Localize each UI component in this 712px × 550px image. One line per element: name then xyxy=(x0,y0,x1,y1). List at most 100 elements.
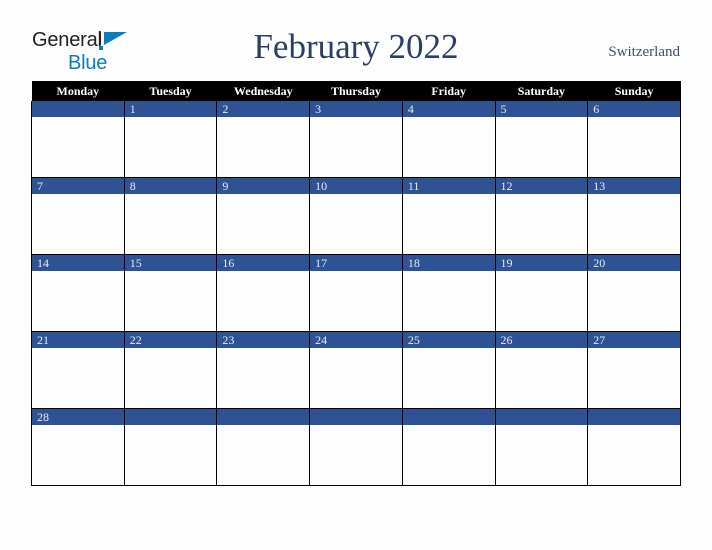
day-notes-area[interactable] xyxy=(32,194,124,254)
day-number: 9 xyxy=(217,178,310,194)
weekday-header-friday: Friday xyxy=(402,81,496,101)
calendar-day-cell[interactable]: 4 xyxy=(401,101,496,178)
calendar-day-cell[interactable]: 19 xyxy=(494,254,589,332)
day-number: 28 xyxy=(32,409,124,425)
calendar-day-cell[interactable] xyxy=(587,408,681,486)
calendar-day-cell[interactable] xyxy=(216,408,311,486)
day-notes-area[interactable] xyxy=(495,425,588,485)
calendar-day-cell[interactable]: 1 xyxy=(123,101,218,178)
day-notes-area[interactable] xyxy=(495,271,588,331)
day-notes-area[interactable] xyxy=(495,348,588,408)
calendar-day-cell[interactable]: 15 xyxy=(123,254,218,332)
day-notes-area[interactable] xyxy=(217,425,310,485)
day-notes-area[interactable] xyxy=(217,194,310,254)
day-number xyxy=(124,409,217,425)
calendar-day-cell[interactable]: 21 xyxy=(31,331,125,409)
weekday-header-tuesday: Tuesday xyxy=(124,81,217,101)
calendar-week-row: 21 22 23 24 25 26 27 xyxy=(31,331,681,409)
calendar-day-cell[interactable]: 20 xyxy=(587,254,681,332)
day-number: 12 xyxy=(495,178,588,194)
calendar-day-cell[interactable]: 10 xyxy=(309,177,403,255)
calendar-day-cell[interactable]: 6 xyxy=(587,101,681,178)
day-notes-area[interactable] xyxy=(310,348,402,408)
weekday-header-saturday: Saturday xyxy=(495,81,588,101)
day-number: 7 xyxy=(32,178,124,194)
day-notes-area[interactable] xyxy=(124,194,217,254)
day-notes-area[interactable] xyxy=(124,425,217,485)
calendar-day-cell[interactable]: 13 xyxy=(587,177,681,255)
day-notes-area[interactable] xyxy=(32,425,124,485)
day-notes-area[interactable] xyxy=(402,348,495,408)
day-number: 6 xyxy=(588,101,680,117)
day-number: 4 xyxy=(402,101,495,117)
day-notes-area[interactable] xyxy=(310,425,402,485)
calendar-day-cell[interactable] xyxy=(31,101,125,178)
calendar-page: General Blue February 2022 Switzerland M… xyxy=(0,0,712,550)
calendar-day-cell[interactable]: 5 xyxy=(494,101,589,178)
day-notes-area[interactable] xyxy=(588,348,680,408)
day-notes-area[interactable] xyxy=(217,348,310,408)
day-number: 23 xyxy=(217,332,310,348)
day-notes-area[interactable] xyxy=(402,425,495,485)
day-number: 2 xyxy=(217,101,310,117)
day-notes-area[interactable] xyxy=(217,271,310,331)
day-notes-area[interactable] xyxy=(402,117,495,177)
calendar-day-cell[interactable]: 16 xyxy=(216,254,311,332)
calendar-day-cell[interactable] xyxy=(494,408,589,486)
calendar-day-cell[interactable]: 2 xyxy=(216,101,311,178)
calendar-day-cell[interactable] xyxy=(309,408,403,486)
day-notes-area[interactable] xyxy=(32,271,124,331)
weekday-header-sunday: Sunday xyxy=(587,81,681,101)
day-number xyxy=(402,409,495,425)
day-notes-area[interactable] xyxy=(495,194,588,254)
day-notes-area[interactable] xyxy=(310,271,402,331)
calendar-day-cell[interactable] xyxy=(401,408,496,486)
calendar-day-cell[interactable] xyxy=(123,408,218,486)
calendar-week-row: 7 8 9 10 11 12 13 xyxy=(31,177,681,255)
calendar-day-cell[interactable]: 17 xyxy=(309,254,403,332)
calendar-week-row: 1 2 3 4 5 6 xyxy=(31,101,681,178)
day-notes-area[interactable] xyxy=(495,117,588,177)
calendar-day-cell[interactable]: 9 xyxy=(216,177,311,255)
day-number: 15 xyxy=(124,255,217,271)
calendar-body: 1 2 3 4 5 6 7 8 9 10 11 12 13 14 15 16 1… xyxy=(31,101,681,486)
day-notes-area[interactable] xyxy=(588,194,680,254)
day-notes-area[interactable] xyxy=(402,271,495,331)
calendar-day-cell[interactable]: 18 xyxy=(401,254,496,332)
day-notes-area[interactable] xyxy=(310,194,402,254)
calendar-header-row-group: Monday Tuesday Wednesday Thursday Friday… xyxy=(31,81,681,101)
day-notes-area[interactable] xyxy=(588,117,680,177)
calendar-day-cell[interactable]: 22 xyxy=(123,331,218,409)
day-notes-area[interactable] xyxy=(217,117,310,177)
day-notes-area[interactable] xyxy=(310,117,402,177)
calendar-day-cell[interactable]: 25 xyxy=(401,331,496,409)
day-number: 11 xyxy=(402,178,495,194)
page-title: February 2022 xyxy=(253,27,459,66)
day-notes-area[interactable] xyxy=(32,117,124,177)
day-notes-area[interactable] xyxy=(32,348,124,408)
calendar-day-cell[interactable]: 3 xyxy=(309,101,403,178)
day-notes-area[interactable] xyxy=(588,271,680,331)
day-notes-area[interactable] xyxy=(124,348,217,408)
calendar-day-cell[interactable]: 23 xyxy=(216,331,311,409)
calendar-day-cell[interactable]: 7 xyxy=(31,177,125,255)
day-number: 13 xyxy=(588,178,680,194)
day-number xyxy=(32,101,124,117)
calendar-day-cell[interactable]: 11 xyxy=(401,177,496,255)
day-notes-area[interactable] xyxy=(124,271,217,331)
calendar-day-cell[interactable]: 27 xyxy=(587,331,681,409)
calendar-day-cell[interactable]: 12 xyxy=(494,177,589,255)
day-notes-area[interactable] xyxy=(402,194,495,254)
calendar-day-cell[interactable]: 26 xyxy=(494,331,589,409)
page-header: General Blue February 2022 Switzerland xyxy=(0,0,712,80)
day-notes-area[interactable] xyxy=(124,117,217,177)
day-notes-area[interactable] xyxy=(588,425,680,485)
calendar-day-cell[interactable]: 24 xyxy=(309,331,403,409)
calendar-day-cell[interactable]: 14 xyxy=(31,254,125,332)
day-number: 27 xyxy=(588,332,680,348)
calendar-day-cell[interactable]: 8 xyxy=(123,177,218,255)
day-number xyxy=(217,409,310,425)
country-label: Switzerland xyxy=(608,44,680,60)
calendar-day-cell[interactable]: 28 xyxy=(31,408,125,486)
day-number: 10 xyxy=(310,178,402,194)
